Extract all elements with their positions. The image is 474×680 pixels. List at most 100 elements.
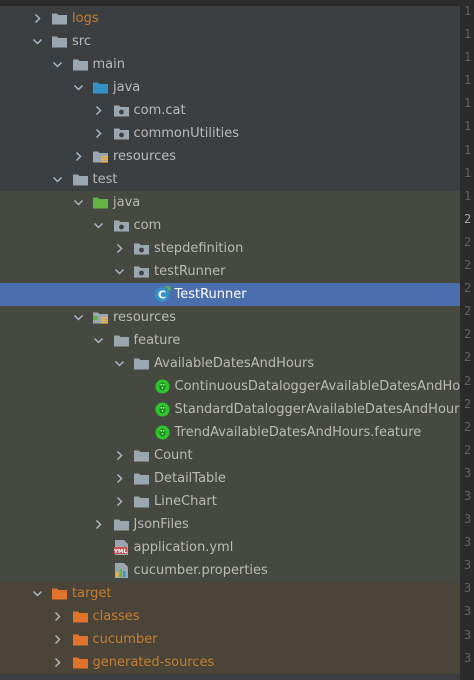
- tree-node-label: java: [113, 80, 141, 95]
- tree-node-java[interactable]: java: [0, 76, 460, 99]
- tree-node-resources[interactable]: resources: [0, 306, 460, 329]
- tree-node-logs[interactable]: logs: [0, 7, 460, 30]
- tree-node-linechart[interactable]: LineChart: [0, 490, 460, 513]
- excluded-folder-icon: [51, 586, 68, 601]
- package-icon: [113, 126, 130, 141]
- chevron-right-icon[interactable]: [113, 444, 125, 467]
- chevron-right-icon[interactable]: [113, 467, 125, 490]
- chevron-right-icon[interactable]: [93, 513, 105, 536]
- line-number: 2: [464, 350, 472, 365]
- tree-node-jsonfiles[interactable]: JsonFiles: [0, 513, 460, 536]
- tree-node-detailtable[interactable]: DetailTable: [0, 467, 460, 490]
- tree-node-java[interactable]: java: [0, 191, 460, 214]
- line-number: 2: [464, 258, 472, 273]
- tree-node-label: resources: [113, 149, 177, 164]
- tree-node-com[interactable]: com: [0, 214, 460, 237]
- chevron-down-icon[interactable]: [52, 53, 64, 76]
- chevron-right-icon[interactable]: [52, 628, 64, 651]
- tree-node-cucumber-properties[interactable]: cucumber.properties: [0, 559, 460, 582]
- chevron-right-icon[interactable]: [52, 605, 64, 628]
- tree-node-src[interactable]: src: [0, 30, 460, 53]
- tree-node-label: testRunner: [154, 264, 226, 279]
- cucumber-feature-icon: [154, 401, 171, 418]
- line-number: 2: [464, 396, 472, 411]
- tree-node-generated-sources[interactable]: generated-sources: [0, 651, 460, 674]
- chevron-down-icon[interactable]: [72, 76, 84, 99]
- tree-node-label: TestRunner: [174, 287, 247, 302]
- tree-node-main[interactable]: main: [0, 53, 460, 76]
- line-number: 3: [464, 604, 472, 619]
- tree-node-availabledatesandhours[interactable]: AvailableDatesAndHours: [0, 352, 460, 375]
- line-number: 3: [464, 650, 472, 665]
- source-folder-icon: [92, 80, 109, 95]
- folder-icon: [133, 471, 150, 486]
- chevron-down-icon[interactable]: [113, 352, 125, 375]
- tree-node-target[interactable]: target: [0, 582, 460, 605]
- tree-node-label: resources: [113, 310, 177, 325]
- tree-node-trendavailabledatesandhours-feature[interactable]: TrendAvailableDatesAndHours.feature: [0, 421, 460, 444]
- tree-node-commonutilities[interactable]: commonUtilities: [0, 122, 460, 145]
- package-icon: [133, 241, 150, 256]
- tree-node-label: target: [72, 586, 112, 601]
- package-icon: [113, 103, 130, 118]
- svg-text:C: C: [157, 289, 165, 302]
- chevron-right-icon[interactable]: [93, 122, 105, 145]
- tree-node-com-cat[interactable]: com.cat: [0, 99, 460, 122]
- chevron-down-icon[interactable]: [31, 30, 43, 53]
- chevron-down-icon[interactable]: [93, 329, 105, 352]
- tree-node-stepdefinition[interactable]: stepdefinition: [0, 237, 460, 260]
- chevron-right-icon[interactable]: [31, 7, 43, 30]
- tree-node-resources[interactable]: resources: [0, 145, 460, 168]
- tree-node-label: stepdefinition: [154, 241, 244, 256]
- line-number: 1: [464, 50, 472, 65]
- tree-node-label: DetailTable: [154, 471, 226, 486]
- tree-node-label: AvailableDatesAndHours: [154, 356, 315, 371]
- line-number: 2: [464, 234, 472, 249]
- chevron-down-icon[interactable]: [93, 214, 105, 237]
- test-resources-folder-icon: [92, 310, 109, 325]
- tree-node-label: java: [113, 195, 141, 210]
- project-tree[interactable]: logs src main java com.cat commonUtiliti…: [0, 7, 460, 680]
- chevron-right-icon[interactable]: [113, 237, 125, 260]
- tree-node-standarddataloggeravailabledatesandhours[interactable]: StandardDataloggerAvailableDatesAndHours…: [0, 398, 460, 421]
- folder-icon: [51, 11, 68, 26]
- tree-node-label: cucumber.properties: [133, 563, 268, 578]
- folder-icon: [113, 517, 130, 532]
- line-number: 3: [464, 558, 472, 573]
- tree-node-label: logs: [72, 11, 99, 26]
- line-number: 3: [464, 535, 472, 550]
- chevron-down-icon[interactable]: [52, 168, 64, 191]
- chevron-right-icon[interactable]: [72, 145, 84, 168]
- line-number: 1: [464, 73, 472, 88]
- tree-node-label: classes: [92, 609, 140, 624]
- tree-node-testrunner[interactable]: C TestRunner: [0, 283, 460, 306]
- tree-node-label: JsonFiles: [133, 517, 189, 532]
- folder-icon: [72, 172, 89, 187]
- tree-node-cucumber[interactable]: cucumber: [0, 628, 460, 651]
- chevron-right-icon[interactable]: [93, 99, 105, 122]
- chevron-down-icon[interactable]: [72, 306, 84, 329]
- chevron-right-icon[interactable]: [113, 490, 125, 513]
- line-number: 2: [464, 281, 472, 296]
- tree-node-count[interactable]: Count: [0, 444, 460, 467]
- folder-icon: [113, 333, 130, 348]
- folder-icon: [51, 34, 68, 49]
- line-number: 2: [464, 373, 472, 388]
- editor-top-border: [0, 0, 460, 6]
- chevron-down-icon[interactable]: [31, 582, 43, 605]
- tree-node-continuousdataloggeravailabledatesandhou[interactable]: ContinuousDataloggerAvailableDatesAndHou: [0, 375, 460, 398]
- line-number: 1: [464, 96, 472, 111]
- svg-text:YML: YML: [113, 549, 127, 555]
- line-number: 2: [464, 211, 472, 226]
- tree-node-test[interactable]: test: [0, 168, 460, 191]
- line-number: 1: [464, 188, 472, 203]
- line-number: 2: [464, 304, 472, 319]
- chevron-down-icon[interactable]: [113, 260, 125, 283]
- tree-node-feature[interactable]: feature: [0, 329, 460, 352]
- tree-node-application-yml[interactable]: YML application.yml: [0, 536, 460, 559]
- tree-node-classes[interactable]: classes: [0, 605, 460, 628]
- chevron-right-icon[interactable]: [52, 651, 64, 674]
- chevron-down-icon[interactable]: [72, 191, 84, 214]
- line-number: 3: [464, 465, 472, 480]
- tree-node-testrunner[interactable]: testRunner: [0, 260, 460, 283]
